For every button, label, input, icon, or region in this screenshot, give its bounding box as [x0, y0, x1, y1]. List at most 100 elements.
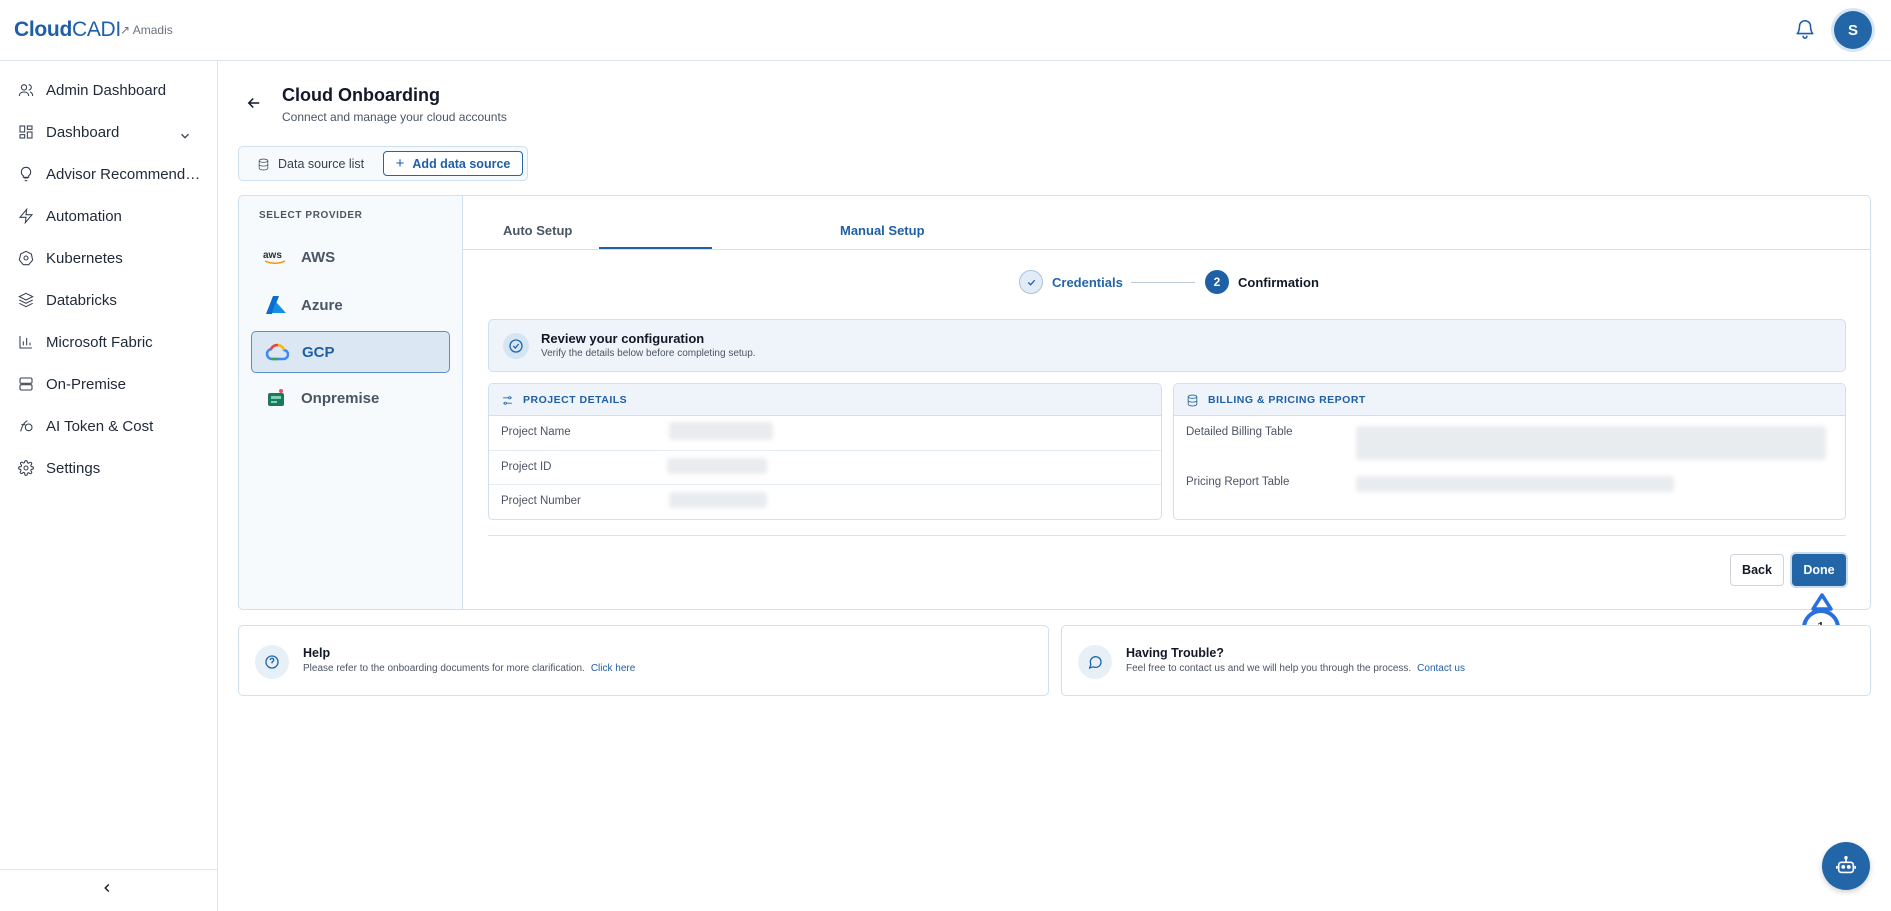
provider-label: Azure	[301, 296, 343, 314]
step-confirmation-indicator: 2	[1205, 270, 1229, 294]
bell-icon[interactable]	[1794, 17, 1816, 41]
sidebar-item-label: Settings	[46, 459, 101, 477]
step-credentials-indicator	[1019, 270, 1043, 294]
provider-label: GCP	[302, 343, 335, 361]
sidebar-item-label: Microsoft Fabric	[46, 333, 153, 351]
sidebar-item-label: Kubernetes	[46, 249, 123, 267]
help-text: Please refer to the onboarding documents…	[303, 663, 635, 674]
question-icon	[255, 645, 289, 679]
sidebar-item-label: AI Token & Cost	[46, 417, 154, 435]
back-button[interactable]: Back	[1730, 554, 1784, 586]
project-name-label: Project Name	[501, 426, 571, 438]
help-link[interactable]: Click here	[591, 663, 635, 674]
chatbot-button[interactable]	[1822, 842, 1870, 890]
data-source-list-button[interactable]: Data source list	[257, 157, 364, 171]
provider-aws[interactable]: aws AWS	[251, 236, 450, 278]
project-number-value-redacted	[669, 492, 767, 508]
provider-gcp[interactable]: GCP	[251, 331, 450, 373]
review-subtitle: Verify the details below before completi…	[541, 348, 756, 359]
sidebar-item-admin-dashboard[interactable]: Admin Dashboard	[18, 77, 166, 103]
add-data-source-label: Add data source	[412, 156, 511, 171]
layers-icon	[18, 292, 34, 308]
bar-chart-icon	[19, 336, 32, 349]
chevron-left-icon[interactable]	[100, 881, 114, 895]
org-name[interactable]: ↗ Amadis	[120, 23, 173, 37]
done-button[interactable]: Done	[1792, 554, 1846, 586]
data-source-list-label: Data source list	[278, 157, 365, 171]
sidebar-item-ai-token-cost[interactable]: AI Token & Cost	[18, 413, 153, 439]
lightbulb-icon	[20, 166, 32, 182]
robot-icon	[1836, 856, 1856, 874]
onpremise-logo-icon	[263, 388, 289, 408]
sidebar-item-label: On-Premise	[46, 375, 127, 393]
tab-auto-setup[interactable]: Auto Setup	[503, 223, 572, 238]
help-card: Help Please refer to the onboarding docu…	[238, 625, 1049, 696]
gcp-logo-icon	[264, 342, 290, 362]
provider-heading: SELECT PROVIDER	[259, 210, 363, 221]
step-credentials-label[interactable]: Credentials	[1052, 275, 1123, 290]
billing-title: BILLING & PRICING REPORT	[1208, 394, 1366, 406]
sidebar-divider	[0, 869, 218, 870]
logo[interactable]: CloudCADI	[14, 18, 121, 42]
project-id-label: Project ID	[501, 461, 552, 473]
dashboard-icon	[19, 125, 33, 139]
billing-card: BILLING & PRICING REPORT Detailed Billin…	[1173, 383, 1846, 520]
active-tab-indicator	[599, 247, 712, 249]
sidebar-item-microsoft-fabric[interactable]: Microsoft Fabric	[18, 329, 153, 355]
bolt-icon	[18, 208, 34, 224]
sidebar-item-kubernetes[interactable]: Kubernetes	[18, 245, 123, 271]
database-icon	[258, 158, 269, 170]
step-confirmation-label: Confirmation	[1238, 275, 1319, 290]
tab-manual-setup[interactable]: Manual Setup	[840, 223, 925, 238]
check-icon	[1027, 279, 1035, 286]
sidebar-item-label: Admin Dashboard	[46, 81, 167, 99]
ai-token-icon	[20, 420, 33, 432]
pricing-report-table-value-redacted	[1356, 476, 1674, 492]
project-details-header: PROJECT DETAILS	[489, 384, 1161, 416]
row-divider	[489, 450, 1161, 451]
provider-panel: SELECT PROVIDER aws AWS Azure GCP Onprem…	[239, 196, 463, 609]
page-subtitle: Connect and manage your cloud accounts	[282, 110, 507, 124]
contact-us-link[interactable]: Contact us	[1417, 663, 1465, 674]
sidebar-item-label: Advisor Recommend…	[46, 165, 201, 183]
svg-text:aws: aws	[263, 250, 282, 261]
detailed-billing-table-label: Detailed Billing Table	[1186, 426, 1293, 438]
project-name-value-redacted	[669, 422, 773, 440]
server-icon	[19, 377, 33, 391]
onboarding-card: SELECT PROVIDER aws AWS Azure GCP Onprem…	[238, 195, 1871, 610]
sliders-icon	[503, 396, 512, 405]
trouble-text: Feel free to contact us and we will help…	[1126, 663, 1465, 674]
avatar[interactable]: S	[1834, 11, 1872, 49]
provider-onpremise[interactable]: Onpremise	[251, 377, 450, 419]
project-id-value-redacted	[667, 458, 767, 474]
step-connector	[1131, 282, 1195, 283]
data-source-toggle: Data source list + Add data source	[238, 146, 528, 181]
gear-icon	[18, 460, 34, 476]
aws-logo-icon: aws	[263, 247, 289, 267]
top-bar: CloudCADI ↗ Amadis S	[0, 0, 1891, 61]
sidebar-item-dashboard[interactable]: Dashboard	[18, 119, 119, 145]
sidebar-item-advisor-recommendations[interactable]: Advisor Recommend…	[18, 161, 200, 187]
check-circle-icon	[503, 333, 529, 359]
back-arrow-icon[interactable]	[245, 94, 263, 112]
help-description: Please refer to the onboarding documents…	[303, 663, 585, 674]
project-details-card: PROJECT DETAILS Project Name Project ID …	[488, 383, 1162, 520]
project-details-title: PROJECT DETAILS	[523, 394, 628, 406]
sidebar-item-settings[interactable]: Settings	[18, 455, 100, 481]
setup-tabs: Auto Setup Manual Setup	[463, 196, 1870, 250]
project-number-label: Project Number	[501, 495, 581, 507]
add-data-source-button[interactable]: + Add data source	[383, 151, 523, 176]
users-icon	[18, 84, 34, 97]
detailed-billing-table-value-redacted	[1356, 426, 1826, 460]
sidebar-item-databricks[interactable]: Databricks	[18, 287, 117, 313]
kubernetes-icon	[18, 250, 34, 266]
actions-divider	[488, 535, 1846, 536]
pricing-report-table-label: Pricing Report Table	[1186, 476, 1290, 488]
chevron-down-icon[interactable]	[178, 129, 192, 143]
provider-azure[interactable]: Azure	[251, 284, 450, 326]
sidebar-item-automation[interactable]: Automation	[18, 203, 122, 229]
sidebar-item-label: Automation	[46, 207, 122, 225]
page-title: Cloud Onboarding	[282, 85, 440, 105]
row-divider	[489, 484, 1161, 485]
sidebar-item-on-premise[interactable]: On-Premise	[18, 371, 126, 397]
